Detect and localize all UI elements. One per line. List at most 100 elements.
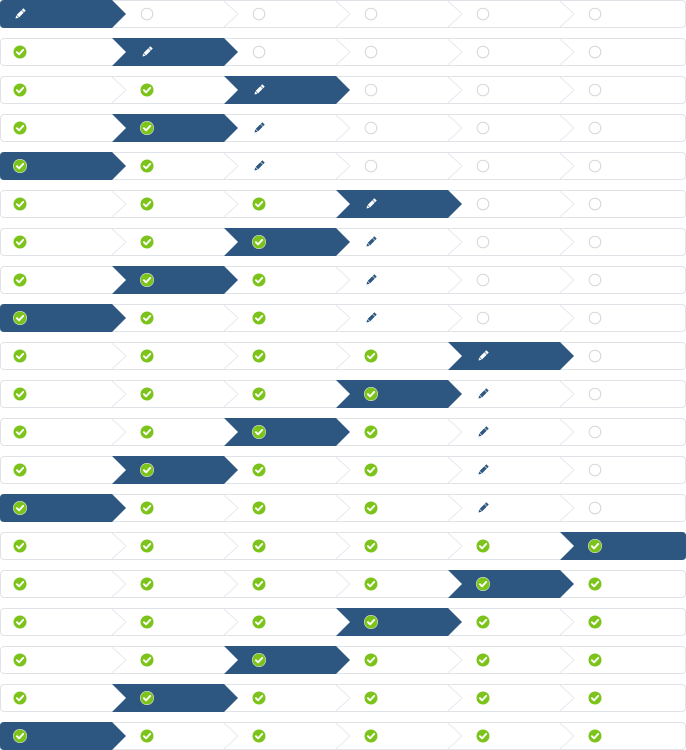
wizard-step-5[interactable]: [448, 532, 574, 560]
wizard-step-6[interactable]: [560, 494, 686, 522]
wizard-step-5[interactable]: [448, 228, 574, 256]
wizard-step-5[interactable]: [448, 38, 574, 66]
wizard-step-4-active[interactable]: [336, 190, 462, 218]
wizard-step-3[interactable]: [224, 722, 350, 750]
wizard-step-1[interactable]: [0, 608, 126, 636]
wizard-step-2-active[interactable]: [112, 684, 238, 712]
wizard-step-4[interactable]: [336, 342, 462, 370]
wizard-step-3-active[interactable]: [224, 228, 350, 256]
wizard-step-6[interactable]: [560, 456, 686, 484]
wizard-step-4-active[interactable]: [336, 608, 462, 636]
wizard-step-5[interactable]: [448, 152, 574, 180]
wizard-step-5[interactable]: [448, 114, 574, 142]
wizard-step-3-active[interactable]: [224, 418, 350, 446]
wizard-step-3[interactable]: [224, 494, 350, 522]
wizard-step-1[interactable]: [0, 646, 126, 674]
wizard-step-2-active[interactable]: [112, 38, 238, 66]
wizard-step-3[interactable]: [224, 0, 350, 28]
wizard-step-3[interactable]: [224, 266, 350, 294]
wizard-step-6[interactable]: [560, 646, 686, 674]
wizard-step-1[interactable]: [0, 418, 126, 446]
wizard-step-1-active[interactable]: [0, 304, 126, 332]
wizard-step-2[interactable]: [112, 0, 238, 28]
wizard-step-1-active[interactable]: [0, 152, 126, 180]
wizard-step-5[interactable]: [448, 494, 574, 522]
wizard-step-2[interactable]: [112, 152, 238, 180]
wizard-step-1[interactable]: [0, 114, 126, 142]
wizard-step-5[interactable]: [448, 684, 574, 712]
wizard-step-3[interactable]: [224, 532, 350, 560]
wizard-step-2[interactable]: [112, 228, 238, 256]
wizard-step-4[interactable]: [336, 418, 462, 446]
wizard-step-4[interactable]: [336, 76, 462, 104]
wizard-step-5[interactable]: [448, 76, 574, 104]
wizard-step-2[interactable]: [112, 646, 238, 674]
wizard-step-1[interactable]: [0, 380, 126, 408]
wizard-step-5[interactable]: [448, 304, 574, 332]
wizard-step-6[interactable]: [560, 380, 686, 408]
wizard-step-6[interactable]: [560, 190, 686, 218]
wizard-step-5[interactable]: [448, 722, 574, 750]
wizard-step-3-active[interactable]: [224, 76, 350, 104]
wizard-step-2[interactable]: [112, 76, 238, 104]
wizard-step-1[interactable]: [0, 532, 126, 560]
wizard-step-6[interactable]: [560, 342, 686, 370]
wizard-step-6[interactable]: [560, 570, 686, 598]
wizard-step-5[interactable]: [448, 0, 574, 28]
wizard-step-4[interactable]: [336, 228, 462, 256]
wizard-step-1[interactable]: [0, 342, 126, 370]
wizard-step-6[interactable]: [560, 608, 686, 636]
wizard-step-5[interactable]: [448, 380, 574, 408]
wizard-step-5[interactable]: [448, 190, 574, 218]
wizard-step-1[interactable]: [0, 266, 126, 294]
wizard-step-6[interactable]: [560, 114, 686, 142]
wizard-step-2[interactable]: [112, 532, 238, 560]
wizard-step-3[interactable]: [224, 114, 350, 142]
wizard-step-1[interactable]: [0, 570, 126, 598]
wizard-step-3[interactable]: [224, 456, 350, 484]
wizard-step-4[interactable]: [336, 0, 462, 28]
wizard-step-2[interactable]: [112, 722, 238, 750]
wizard-step-4[interactable]: [336, 304, 462, 332]
wizard-step-2[interactable]: [112, 342, 238, 370]
wizard-step-4[interactable]: [336, 684, 462, 712]
wizard-step-2[interactable]: [112, 494, 238, 522]
wizard-step-2[interactable]: [112, 608, 238, 636]
wizard-step-1[interactable]: [0, 38, 126, 66]
wizard-step-2[interactable]: [112, 380, 238, 408]
wizard-step-2[interactable]: [112, 190, 238, 218]
wizard-step-3[interactable]: [224, 608, 350, 636]
wizard-step-6[interactable]: [560, 0, 686, 28]
wizard-step-1[interactable]: [0, 190, 126, 218]
wizard-step-6-active[interactable]: [560, 532, 686, 560]
wizard-step-4[interactable]: [336, 266, 462, 294]
wizard-step-3[interactable]: [224, 380, 350, 408]
wizard-step-2-active[interactable]: [112, 266, 238, 294]
wizard-step-4[interactable]: [336, 532, 462, 560]
wizard-step-6[interactable]: [560, 266, 686, 294]
wizard-step-1[interactable]: [0, 456, 126, 484]
wizard-step-3[interactable]: [224, 152, 350, 180]
wizard-step-2-active[interactable]: [112, 456, 238, 484]
wizard-step-6[interactable]: [560, 152, 686, 180]
wizard-step-6[interactable]: [560, 38, 686, 66]
wizard-step-5-active[interactable]: [448, 342, 574, 370]
wizard-step-4[interactable]: [336, 494, 462, 522]
wizard-step-2-active[interactable]: [112, 114, 238, 142]
wizard-step-1-active[interactable]: [0, 494, 126, 522]
wizard-step-6[interactable]: [560, 228, 686, 256]
wizard-step-3-active[interactable]: [224, 646, 350, 674]
wizard-step-4[interactable]: [336, 114, 462, 142]
wizard-step-2[interactable]: [112, 570, 238, 598]
wizard-step-3[interactable]: [224, 570, 350, 598]
wizard-step-3[interactable]: [224, 190, 350, 218]
wizard-step-4[interactable]: [336, 456, 462, 484]
wizard-step-5-active[interactable]: [448, 570, 574, 598]
wizard-step-3[interactable]: [224, 342, 350, 370]
wizard-step-4[interactable]: [336, 38, 462, 66]
wizard-step-5[interactable]: [448, 418, 574, 446]
wizard-step-2[interactable]: [112, 304, 238, 332]
wizard-step-3[interactable]: [224, 684, 350, 712]
wizard-step-1[interactable]: [0, 76, 126, 104]
wizard-step-1[interactable]: [0, 684, 126, 712]
